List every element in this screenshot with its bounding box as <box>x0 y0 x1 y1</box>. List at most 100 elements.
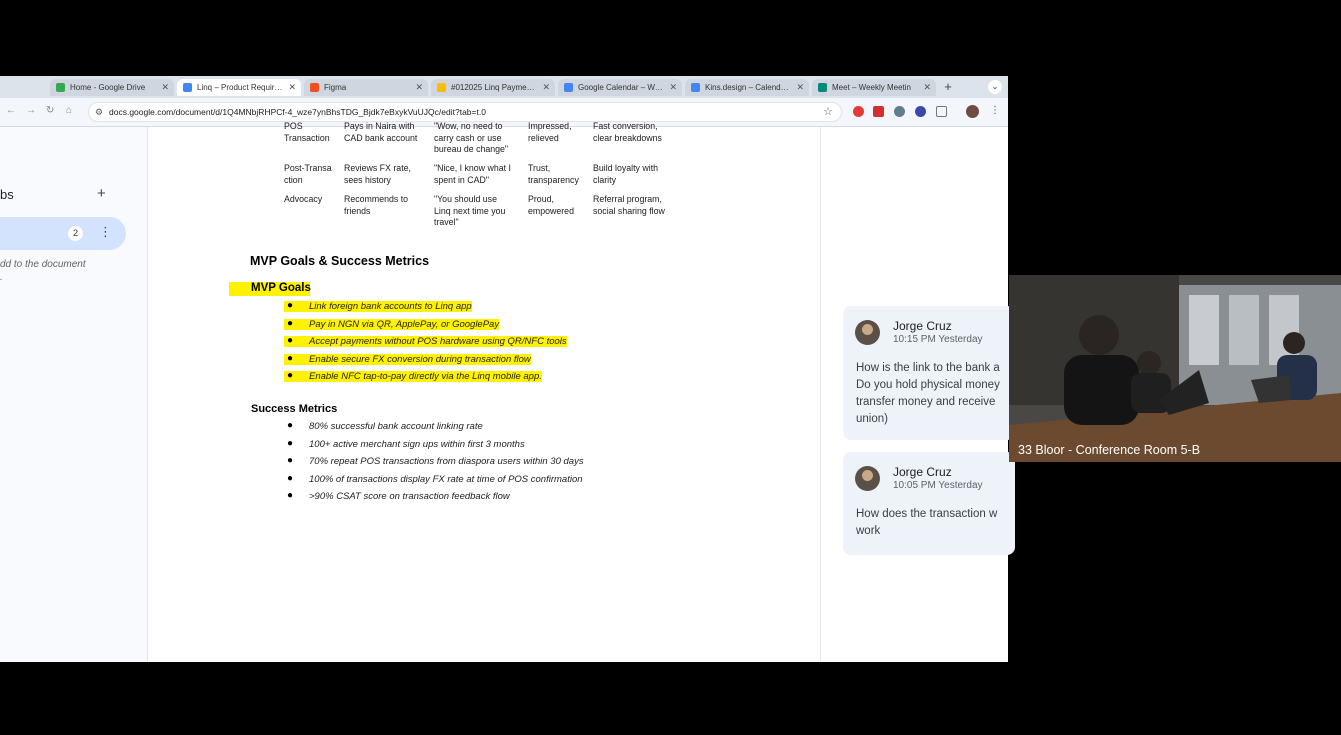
list-item: Accept payments without POS hardware usi… <box>284 336 567 347</box>
close-tab-icon[interactable]: ✕ <box>415 79 423 96</box>
tab-title: Home - Google Drive <box>70 83 146 92</box>
video-tile[interactable]: 33 Bloor - Conference Room 5-B <box>1009 275 1341 462</box>
bullet-icon: ● <box>287 490 294 501</box>
table-cell: Advocacy <box>284 194 323 204</box>
comment-text: work <box>856 525 881 537</box>
tab-favicon-icon <box>310 83 319 92</box>
extension-icon[interactable] <box>915 106 926 117</box>
extension-icon[interactable] <box>894 106 905 117</box>
list-item: 80% successful bank account linking rate <box>309 421 483 432</box>
bullet-icon: ● <box>287 455 294 466</box>
tab-favicon-icon <box>183 83 192 92</box>
avatar <box>855 320 880 345</box>
browser-tab[interactable]: Kins.design – Calendar – ✕ <box>685 79 809 96</box>
list-item: 70% repeat POS transactions from diaspor… <box>309 456 584 467</box>
bullet-icon: ● <box>287 370 294 381</box>
table-cell: "You should use Linq next time you trave… <box>434 194 506 227</box>
section-heading: MVP Goals & Success Metrics <box>250 254 430 268</box>
extensions-puzzle-icon[interactable] <box>936 106 947 117</box>
comment-card[interactable]: Jorge Cruz 10:15 PM Yesterday How is the l… <box>843 306 1015 440</box>
site-info-icon[interactable]: ⚙ <box>95 107 103 118</box>
bullet-icon: ● <box>287 335 294 346</box>
bullet-icon: ● <box>287 317 294 329</box>
table-cell: Recommends to friends <box>344 194 409 216</box>
video-tile-label: 33 Bloor - Conference Room 5-B <box>1018 443 1201 457</box>
table-cell: Post-Transa ction <box>284 163 332 185</box>
comment-text: union) <box>856 413 888 425</box>
forward-icon[interactable]: → <box>26 105 36 116</box>
tab-strip: Home - Google Drive ✕ Linq – Product Requi… <box>0 76 1008 98</box>
browser-tab[interactable]: Home - Google Drive ✕ <box>50 79 174 96</box>
comment-text: How does the transaction w <box>856 508 998 520</box>
avatar <box>855 466 880 491</box>
close-tab-icon[interactable]: ✕ <box>161 79 169 96</box>
table-cell: Build loyalty with clarity <box>593 163 659 185</box>
comment-text: Do you hold physical money <box>856 379 1000 391</box>
comment-time: 10:15 PM Yesterday <box>893 334 983 345</box>
list-item: Link foreign bank accounts to Linq app <box>284 301 472 312</box>
bullet-icon: ● <box>287 437 294 449</box>
reload-icon[interactable]: ↻ <box>46 105 54 116</box>
extension-icon[interactable] <box>853 106 864 117</box>
close-tab-icon[interactable]: ✕ <box>288 79 296 96</box>
browser-tab[interactable]: Linq – Product Requireme ✕ <box>177 79 301 96</box>
bullet-icon: ● <box>287 420 294 431</box>
tab-search-icon[interactable]: ⌄ <box>988 80 1002 94</box>
bookmark-star-icon[interactable]: ☆ <box>823 105 833 118</box>
table-cell: "Nice, I know what I spent in CAD" <box>434 163 511 185</box>
list-item: >90% CSAT score on transaction feedback … <box>309 491 510 502</box>
browser-menu-icon[interactable]: ⋮ <box>990 105 1000 116</box>
tab-title: Google Calendar – Week <box>578 83 666 92</box>
bullet-icon: ● <box>287 352 294 364</box>
comment-card[interactable]: Jorge Cruz 10:05 PM Yesterday How does the… <box>843 452 1015 555</box>
close-tab-icon[interactable]: ✕ <box>923 79 931 96</box>
table-cell: Reviews FX rate, sees history <box>344 163 411 185</box>
list-item: 100+ active merchant sign ups within fir… <box>309 438 525 450</box>
comment-author: Jorge Cruz <box>893 319 952 333</box>
tab-title: Kins.design – Calendar – <box>705 83 793 92</box>
tab-favicon-icon <box>691 83 700 92</box>
list-item: Enable secure FX conversion during trans… <box>284 353 531 365</box>
tab-favicon-icon <box>564 83 573 92</box>
tab-title: Linq – Product Requireme <box>197 83 285 92</box>
table-cell: Impressed, relieved <box>528 121 572 143</box>
browser-tab[interactable]: #012025 Linq Payment – ✕ <box>431 79 555 96</box>
document-page[interactable]: POS Transaction Pays in Naira with CAD ba… <box>0 121 820 662</box>
tab-title: Figma <box>324 83 347 92</box>
tab-favicon-icon <box>818 83 827 92</box>
address-bar[interactable]: ⚙ docs.google.com/document/d/1Q4MNbjRHPC… <box>88 102 842 122</box>
goals-heading: MVP Goals <box>251 282 311 294</box>
comment-author: Jorge Cruz <box>893 465 952 479</box>
comment-text: transfer money and receive <box>856 396 996 408</box>
close-tab-icon[interactable]: ✕ <box>542 79 550 96</box>
browser-tab[interactable]: Figma ✕ <box>304 79 428 96</box>
table-cell: Proud, empowered <box>528 194 574 216</box>
comment-text: How is the link to the bank a <box>856 362 1000 374</box>
new-tab-button[interactable]: + <box>941 79 955 95</box>
browser-tab[interactable]: Meet – Weekly Meetin ✕ <box>812 79 936 96</box>
close-tab-icon[interactable]: ✕ <box>669 79 677 96</box>
tab-title: #012025 Linq Payment – <box>451 83 539 92</box>
tab-favicon-icon <box>437 83 446 92</box>
table-cell: POS Transaction <box>284 121 330 143</box>
bullet-icon: ● <box>287 472 294 484</box>
url-text: docs.google.com/document/d/1Q4MNbjRHPCf-… <box>109 107 486 117</box>
table-cell: Trust, transparency <box>528 163 579 185</box>
profile-avatar[interactable] <box>966 105 979 118</box>
browser-tab[interactable]: Google Calendar – Week ✕ <box>558 79 682 96</box>
table-cell: Pays in Naira with CAD bank account <box>344 121 418 143</box>
bullet-icon: ● <box>287 300 294 311</box>
comment-time: 10:05 PM Yesterday <box>893 480 983 491</box>
tab-title: Meet – Weekly Meetin <box>832 83 911 92</box>
close-tab-icon[interactable]: ✕ <box>796 79 804 96</box>
list-item: Pay in NGN via QR, ApplePay, or GooglePa… <box>284 318 500 330</box>
home-icon[interactable]: ⌂ <box>66 105 72 116</box>
back-icon[interactable]: ← <box>6 105 16 116</box>
table-cell: Fast conversion, clear breakdowns <box>593 121 662 143</box>
conference-room-video <box>1009 275 1341 462</box>
extension-icon[interactable] <box>873 106 884 117</box>
list-item: Enable NFC tap-to-pay directly via the L… <box>284 371 542 382</box>
list-item: 100% of transactions display FX rate at … <box>309 473 583 485</box>
metrics-heading: Success Metrics <box>251 403 338 415</box>
table-cell: Referral program, social sharing flow <box>593 194 665 216</box>
